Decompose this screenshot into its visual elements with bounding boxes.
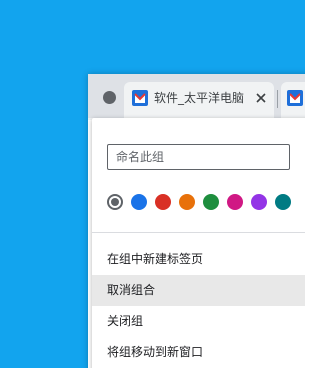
menu-item-ungroup[interactable]: 取消组合 bbox=[92, 275, 305, 306]
tab-separator bbox=[277, 90, 278, 108]
color-swatch-cyan[interactable] bbox=[275, 194, 291, 210]
tab-group-editor-menu: 在组中新建标签页 取消组合 关闭组 将组移动到新窗口 bbox=[92, 118, 305, 368]
color-swatch-grey[interactable] bbox=[107, 194, 123, 210]
color-swatch-pink[interactable] bbox=[227, 194, 243, 210]
color-swatch-purple[interactable] bbox=[251, 194, 267, 210]
desktop-background: 软件_太平洋电脑 在组中新建标签页 取消组合 关闭组 将组移动到新窗口 bbox=[0, 0, 305, 368]
color-swatch-blue[interactable] bbox=[131, 194, 147, 210]
close-icon[interactable] bbox=[254, 91, 268, 105]
pconline-favicon-icon bbox=[287, 90, 303, 106]
tab-title: 软件_太平洋电脑 bbox=[154, 91, 245, 105]
color-swatch-red[interactable] bbox=[155, 194, 171, 210]
pconline-favicon-icon bbox=[132, 90, 148, 106]
menu-item-move-group-to-new-window[interactable]: 将组移动到新窗口 bbox=[92, 337, 305, 368]
menu-item-close-group[interactable]: 关闭组 bbox=[92, 306, 305, 337]
color-swatch-orange[interactable] bbox=[179, 194, 195, 210]
menu-divider bbox=[92, 232, 305, 233]
color-swatch-green[interactable] bbox=[203, 194, 219, 210]
tab-second[interactable] bbox=[281, 82, 305, 118]
tab-strip: 软件_太平洋电脑 bbox=[88, 74, 305, 118]
menu-item-new-tab-in-group[interactable]: 在组中新建标签页 bbox=[92, 244, 305, 275]
group-name-input[interactable] bbox=[107, 144, 290, 170]
tab-pconline[interactable]: 软件_太平洋电脑 bbox=[124, 82, 274, 118]
tab-group-chip[interactable] bbox=[103, 91, 116, 104]
